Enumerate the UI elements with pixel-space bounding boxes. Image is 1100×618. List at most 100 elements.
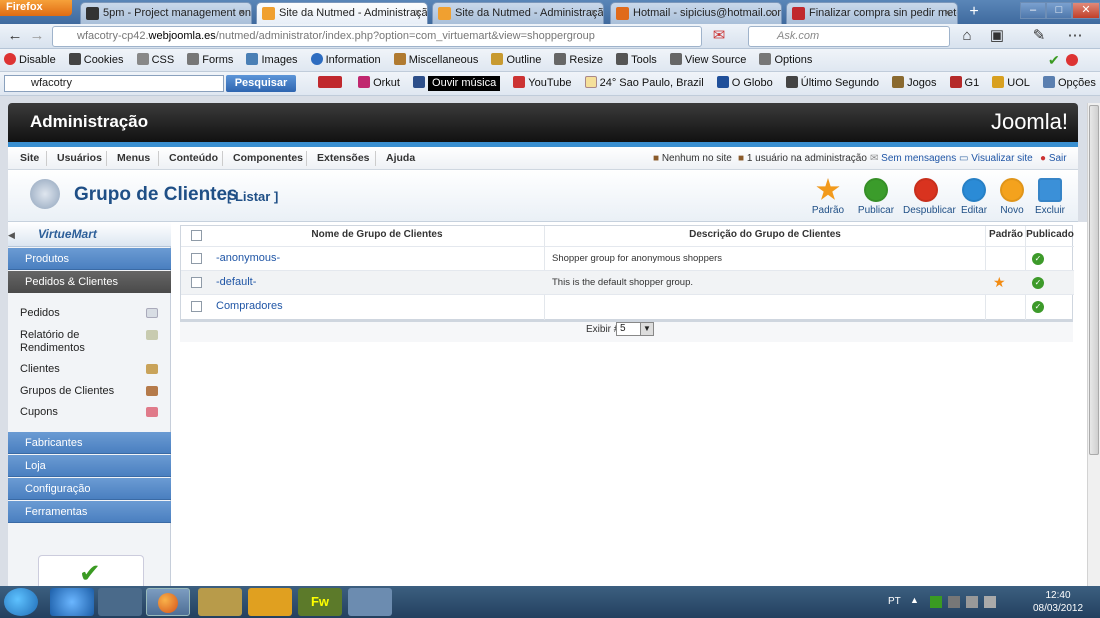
sidebar-item-relatorio[interactable]: Relatório de Rendimentos — [20, 329, 110, 355]
menu-ajuda[interactable]: Ajuda — [386, 147, 415, 170]
sidebar-item-pedidos[interactable]: Pedidos — [20, 307, 160, 320]
view-source-menu[interactable]: View Source — [669, 49, 746, 71]
url-bar[interactable]: wfacotry-cp42.webjoomla.es/nutmed/admini… — [52, 26, 702, 47]
column-header-name[interactable]: Nome de Grupo de Clientes — [211, 226, 543, 244]
app-icon[interactable] — [348, 588, 392, 616]
bookmark-oglobo[interactable]: O Globo — [716, 72, 773, 94]
close-tab-icon[interactable]: × — [591, 3, 597, 23]
column-header-default[interactable]: Padrão — [986, 226, 1026, 244]
collapse-sidebar-icon[interactable]: ◀ — [8, 230, 15, 240]
sidebar-item-grupos-clientes[interactable]: Grupos de Clientes — [20, 385, 160, 398]
clock-time[interactable]: 12:40 — [1028, 590, 1088, 601]
group-name-link[interactable]: -anonymous- — [216, 247, 280, 270]
bookmark-uol[interactable]: UOL — [992, 72, 1030, 94]
group-name-link[interactable]: Compradores — [216, 295, 283, 318]
row-checkbox[interactable] — [191, 277, 202, 288]
new-tab-button[interactable]: + — [962, 3, 986, 21]
menu-usuarios[interactable]: Usuários — [57, 147, 102, 170]
display-count-select[interactable]: 5 ▼ — [616, 322, 654, 336]
forms-menu[interactable]: Forms — [187, 49, 233, 71]
show-hidden-icons-icon[interactable]: ▲ — [910, 595, 919, 605]
weather-widget[interactable]: 24° Sao Paulo, Brazil — [584, 72, 704, 94]
media-player-icon[interactable] — [98, 588, 142, 616]
menu-componentes[interactable]: Componentes — [233, 147, 303, 170]
firefox-menu-button[interactable]: Firefox — [0, 0, 72, 16]
ie-icon[interactable] — [50, 588, 94, 616]
maximize-window-button[interactable]: □ — [1046, 2, 1072, 19]
messages-link[interactable]: ✉ Sem mensagens — [870, 147, 956, 170]
menu-conteudo[interactable]: Conteúdo — [169, 147, 218, 170]
pesquisar-button[interactable]: Pesquisar — [226, 75, 296, 92]
close-tab-icon[interactable]: × — [769, 3, 775, 23]
sidebar-section-produtos[interactable]: Produtos — [8, 248, 171, 270]
sidebar-section-loja[interactable]: Loja — [8, 455, 171, 477]
ask-search-input[interactable]: Ask.com — [748, 26, 950, 47]
browser-tab[interactable]: Site da Nutmed - Administração × — [432, 2, 604, 24]
view-site-link[interactable]: ▭ Visualizar site — [959, 147, 1033, 170]
bookmark-orkut[interactable]: Orkut — [358, 72, 400, 94]
start-button[interactable] — [4, 588, 38, 616]
volume-icon[interactable] — [984, 596, 996, 608]
group-name-link[interactable]: -default- — [216, 271, 256, 294]
bookmark-youtube[interactable]: YouTube — [513, 72, 572, 94]
tray-app-icon[interactable] — [930, 596, 942, 608]
tray-app-icon[interactable] — [948, 596, 960, 608]
toolbar-search-input[interactable]: wfacotry — [4, 75, 224, 92]
close-window-button[interactable]: ✕ — [1072, 2, 1100, 19]
browser-tab-active[interactable]: Site da Nutmed - Administração × — [256, 2, 428, 24]
network-icon[interactable] — [966, 596, 978, 608]
back-arrow-icon[interactable]: ← — [4, 26, 26, 47]
row-checkbox[interactable] — [191, 253, 202, 264]
tools-menu[interactable]: Tools — [616, 49, 657, 71]
menu-site[interactable]: Site — [20, 147, 39, 170]
ask-logo[interactable] — [318, 72, 345, 94]
logout-link[interactable]: ● Sair — [1040, 147, 1067, 170]
publish-button[interactable]: Publicar — [853, 178, 899, 216]
default-button[interactable]: Padrão — [805, 178, 851, 216]
clock-date[interactable]: 08/03/2012 — [1028, 603, 1088, 614]
tools-icon[interactable]: ⋯ — [1064, 26, 1086, 47]
close-tab-icon[interactable]: × — [945, 3, 951, 23]
bookmark-ultimo-segundo[interactable]: Último Segundo — [785, 72, 879, 94]
home-icon[interactable]: ⌂ — [956, 26, 978, 47]
outlook-icon[interactable] — [248, 588, 292, 616]
bookmark-g1[interactable]: G1 — [949, 72, 979, 94]
sidebar-item-cupons[interactable]: Cupons — [20, 406, 160, 419]
language-indicator[interactable]: PT — [888, 596, 901, 607]
delete-button[interactable]: Excluir — [1027, 178, 1073, 216]
firefox-taskbar-icon[interactable] — [146, 588, 190, 616]
fireworks-icon[interactable]: Fw — [298, 588, 342, 616]
resize-menu[interactable]: Resize — [554, 49, 603, 71]
page-scrollbar[interactable] — [1087, 103, 1100, 586]
outline-menu[interactable]: Outline — [491, 49, 541, 71]
options-menu[interactable]: Options — [759, 49, 812, 71]
error-icon[interactable] — [1066, 54, 1078, 66]
information-menu[interactable]: Information — [310, 49, 381, 71]
miscellaneous-menu[interactable]: Miscellaneous — [393, 49, 478, 71]
addon-bar-icon[interactable]: ✉ — [708, 26, 730, 47]
browser-tab[interactable]: 5pm - Project management on ... × — [80, 2, 252, 24]
row-checkbox[interactable] — [191, 301, 202, 312]
cookies-menu[interactable]: Cookies — [68, 49, 124, 71]
column-header-published[interactable]: Publicado — [1026, 226, 1074, 244]
select-all-checkbox[interactable] — [191, 230, 202, 241]
sidebar-section-fabricantes[interactable]: Fabricantes — [8, 432, 171, 454]
close-tab-icon[interactable]: × — [239, 3, 245, 23]
menu-menus[interactable]: Menus — [117, 147, 150, 170]
bookmark-jogos[interactable]: Jogos — [892, 72, 936, 94]
extension-icon[interactable]: ✎ — [1028, 26, 1050, 47]
sidebar-section-ferramentas[interactable]: Ferramentas — [8, 501, 171, 523]
scrollbar-thumb[interactable] — [1089, 105, 1099, 455]
css-menu[interactable]: CSS — [136, 49, 174, 71]
explorer-icon[interactable] — [198, 588, 242, 616]
published-check-icon[interactable]: ✓ — [1032, 301, 1044, 313]
browser-tab[interactable]: Finalizar compra sin pedir meto... × — [786, 2, 958, 24]
column-header-description[interactable]: Descrição do Grupo de Clientes — [545, 226, 985, 244]
minimize-window-button[interactable]: – — [1020, 2, 1046, 19]
disable-menu[interactable]: Disable — [4, 49, 56, 71]
check-icon[interactable]: ✔ — [1048, 49, 1060, 71]
toolbar-options[interactable]: Opções — [1042, 72, 1096, 94]
menu-extensoes[interactable]: Extensões — [317, 147, 370, 170]
forward-arrow-icon[interactable]: → — [26, 26, 48, 47]
published-check-icon[interactable]: ✓ — [1032, 277, 1044, 289]
